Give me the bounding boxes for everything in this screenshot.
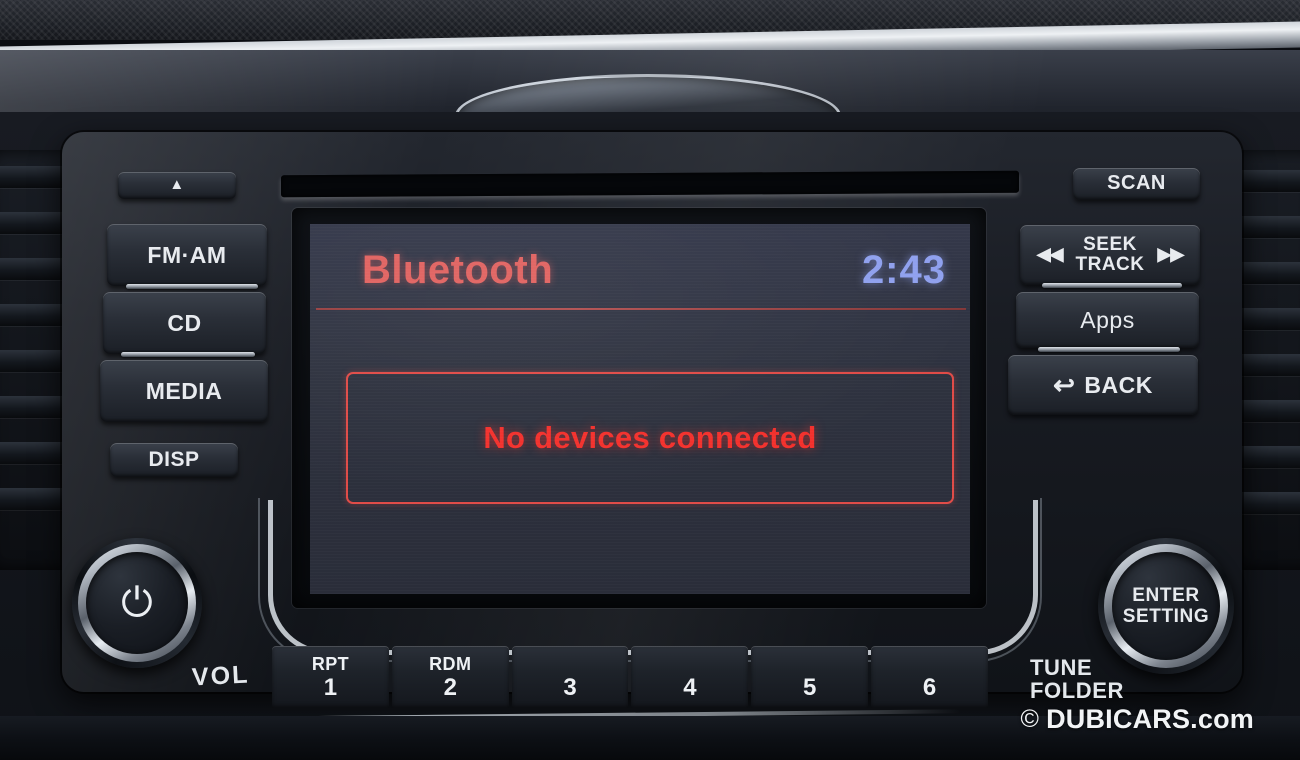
tune-label-line2: FOLDER: [1030, 678, 1125, 704]
fm-am-label: FM·AM: [147, 241, 227, 268]
tune-folder-label: TUNE FOLDER: [1030, 656, 1124, 703]
display-title: Bluetooth: [362, 248, 554, 292]
seek-label-line1: SEEK: [1083, 233, 1137, 255]
seek-label-line2: TRACK: [1075, 254, 1145, 275]
enter-setting-button-face[interactable]: ENTER SETTING: [1112, 552, 1220, 660]
cd-slot[interactable]: [281, 170, 1019, 198]
preset-button-1[interactable]: RPT 1: [272, 646, 389, 708]
preset-button-6[interactable]: 6: [871, 646, 988, 708]
back-button[interactable]: ↩ BACK: [1008, 355, 1198, 415]
preset-button-2[interactable]: RDM 2: [391, 646, 509, 708]
preset-1-number: 1: [323, 674, 338, 702]
eject-button[interactable]: ▲: [118, 172, 236, 199]
media-button[interactable]: MEDIA: [100, 360, 268, 422]
seek-track-button[interactable]: ◀◀ SEEK TRACK ▶▶: [1020, 225, 1200, 285]
power-icon: ⏻: [121, 581, 153, 625]
preset-3-number: 3: [563, 674, 577, 702]
air-vent-right: [1232, 150, 1300, 570]
copyright-icon: ©: [1020, 705, 1040, 733]
seek-next-icon[interactable]: ▶▶: [1158, 244, 1185, 264]
setting-label: SETTING: [1122, 606, 1210, 627]
power-button-face[interactable]: ⏻: [86, 552, 188, 654]
enter-label: ENTER: [1132, 584, 1200, 606]
seek-previous-icon[interactable]: ◀◀: [1037, 244, 1064, 264]
back-arrow-icon: ↩: [1053, 369, 1076, 400]
preset-2-number: 2: [443, 674, 457, 702]
preset-5-number: 5: [803, 674, 817, 702]
preset-button-5[interactable]: 5: [751, 646, 869, 708]
cd-label: CD: [167, 309, 202, 336]
display-message: No devices connected: [483, 420, 817, 455]
display-title-divider: [316, 308, 966, 310]
button-separator-apps: [1038, 347, 1180, 352]
disp-button[interactable]: DISP: [110, 443, 238, 477]
eject-icon: ▲: [169, 176, 185, 194]
lcd-display[interactable]: Bluetooth 2:43 No devices connected: [310, 224, 970, 594]
watermark-text: DUBICARS.com: [1046, 704, 1254, 734]
media-label: MEDIA: [145, 377, 223, 404]
button-separator-cd: [121, 352, 255, 357]
scan-button[interactable]: SCAN: [1073, 168, 1200, 200]
preset-button-3[interactable]: 3: [511, 646, 629, 708]
preset-button-4[interactable]: 4: [631, 646, 749, 708]
fm-am-button[interactable]: FM·AM: [107, 224, 267, 286]
volume-label: VOL: [191, 660, 251, 692]
disp-label: DISP: [148, 447, 200, 471]
preset-1-function: RPT: [311, 654, 350, 675]
preset-button-row: RPT 1 RDM 2 3 4 5 6: [272, 646, 988, 708]
watermark: © DUBICARS.com: [1020, 704, 1254, 735]
cd-button[interactable]: CD: [103, 292, 266, 354]
back-label: BACK: [1084, 371, 1153, 398]
display-clock: 2:43: [861, 248, 946, 292]
apps-label: Apps: [1080, 306, 1135, 333]
display-message-box: No devices connected: [346, 372, 954, 504]
preset-2-function: RDM: [429, 654, 472, 675]
apps-button[interactable]: Apps: [1016, 292, 1199, 348]
preset-4-number: 4: [683, 674, 697, 702]
button-separator-seek: [1042, 283, 1182, 288]
tune-label-line1: TUNE: [1030, 655, 1093, 680]
preset-6-number: 6: [922, 674, 937, 702]
tune-folder-knob[interactable]: ENTER SETTING: [1098, 538, 1234, 674]
button-separator-fmam: [126, 284, 258, 289]
scan-label: SCAN: [1107, 172, 1166, 195]
screenshot-root: ▲ FM·AM CD MEDIA DISP SCAN ◀◀ SEEK TRACK…: [0, 0, 1300, 760]
power-volume-knob[interactable]: ⏻: [72, 538, 202, 668]
